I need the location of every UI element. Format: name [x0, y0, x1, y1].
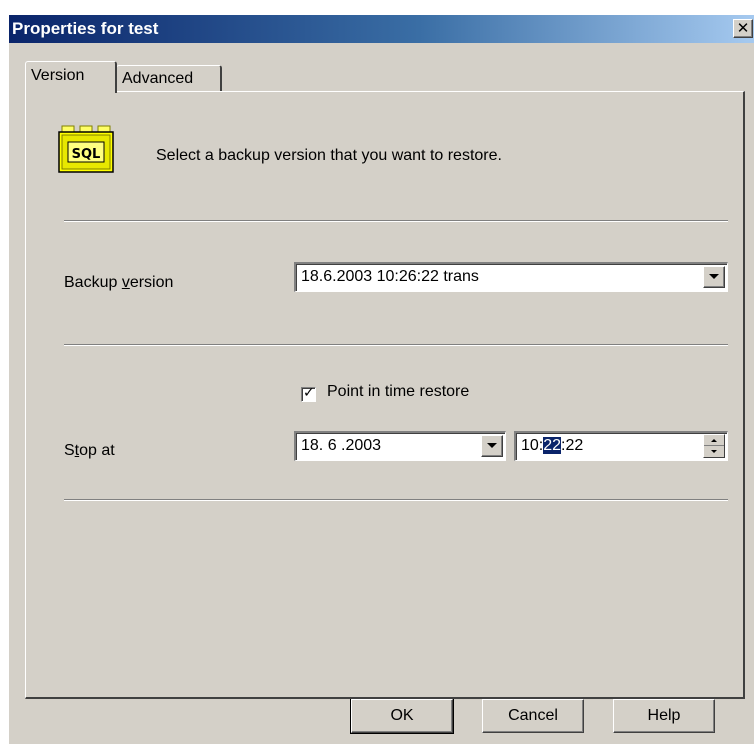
stop-at-date-value: 18. 6 .2003	[301, 437, 382, 454]
window-title: Properties for test	[12, 19, 159, 38]
separator	[64, 344, 728, 346]
properties-dialog: Properties for test ✕ Version Advanced S…	[8, 14, 754, 744]
checkmark-icon: ✓	[303, 385, 315, 401]
separator	[64, 220, 728, 222]
close-button[interactable]: ✕	[733, 19, 753, 38]
date-dropdown-button[interactable]	[481, 435, 503, 457]
time-minutes-selected[interactable]: 22	[543, 437, 562, 454]
arrow-up-icon	[711, 439, 717, 442]
sql-icon-text: SQL	[72, 147, 101, 162]
time-hours[interactable]: 10:	[521, 437, 543, 454]
cancel-button[interactable]: Cancel	[482, 699, 584, 733]
arrow-down-icon	[711, 450, 717, 453]
sql-server-icon: SQL	[58, 125, 114, 173]
separator	[64, 499, 728, 501]
stop-at-time-field[interactable]: 10:22:22	[514, 431, 728, 461]
point-in-time-checkbox[interactable]: ✓	[301, 385, 316, 402]
spinner-up-button[interactable]	[704, 435, 724, 446]
time-spinner[interactable]	[703, 434, 725, 458]
backup-version-select[interactable]: 18.6.2003 10:26:22 trans	[294, 262, 728, 292]
backup-version-label: Backup version	[64, 274, 174, 291]
close-icon: ✕	[736, 19, 750, 37]
tab-version-label: Version	[31, 67, 85, 84]
backup-version-dropdown-button[interactable]	[703, 266, 725, 288]
title-bar[interactable]: Properties for test ✕	[9, 15, 754, 43]
tab-version[interactable]: Version	[25, 61, 117, 93]
point-in-time-label[interactable]: Point in time restore	[327, 383, 469, 401]
stop-at-date-picker[interactable]: 18. 6 .2003	[294, 431, 506, 461]
chevron-down-icon	[709, 274, 719, 279]
time-seconds[interactable]: :22	[561, 437, 583, 454]
spinner-down-button[interactable]	[704, 446, 724, 457]
help-button[interactable]: Help	[613, 699, 715, 733]
stop-at-label: Stop at	[64, 442, 115, 459]
ok-button[interactable]: OK	[350, 698, 454, 734]
chevron-down-icon	[487, 443, 497, 448]
tab-panel-version: SQL Select a backup version that you wan…	[25, 91, 745, 699]
backup-version-value: 18.6.2003 10:26:22 trans	[301, 268, 479, 285]
tab-advanced[interactable]: Advanced	[116, 65, 222, 93]
intro-text: Select a backup version that you want to…	[156, 147, 502, 164]
tab-advanced-label: Advanced	[122, 70, 194, 87]
